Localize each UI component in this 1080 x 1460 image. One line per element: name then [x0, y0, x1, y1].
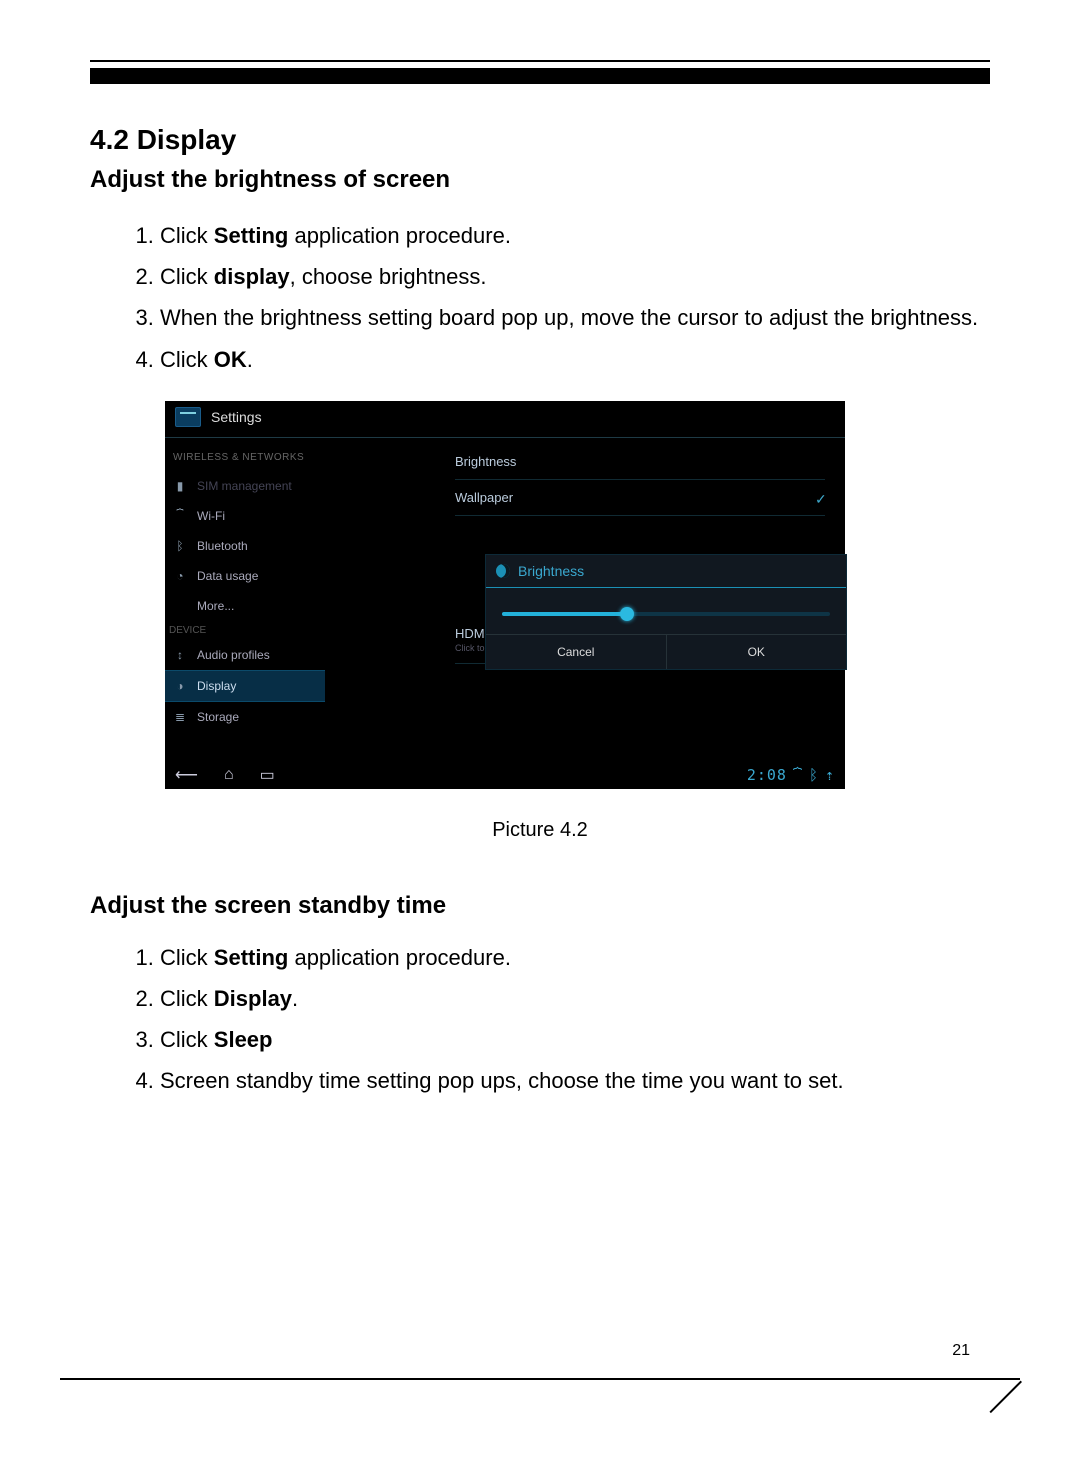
subheading-brightness: Adjust the brightness of screen: [90, 166, 990, 194]
step2-1: Click Setting application procedure.: [160, 940, 990, 975]
section-title: 4.2 Display: [90, 124, 990, 156]
home-icon[interactable]: ⌂: [224, 766, 234, 784]
wifi-status-icon: ⏞: [793, 766, 803, 784]
settings-sidebar: WIRELESS & NETWORKS ▮SIM management ⏞Wi-…: [165, 438, 325, 758]
rule-thick: [90, 68, 990, 84]
sidebar-item-sim[interactable]: ▮SIM management: [165, 471, 325, 501]
sidebar-item-storage[interactable]: ≣Storage: [165, 702, 325, 732]
sidebar-item-data-usage[interactable]: ◔Data usage: [165, 561, 325, 591]
status-time: 2:08: [747, 766, 787, 784]
screenshot-android-settings: Settings WIRELESS & NETWORKS ▮SIM manage…: [165, 401, 845, 789]
subheading-standby: Adjust the screen standby time: [90, 892, 990, 920]
brightness-icon: [496, 564, 510, 578]
steps-standby: Click Setting application procedure. Cli…: [90, 940, 990, 1099]
rule-thin: [90, 60, 990, 62]
upload-status-icon: ⇡: [825, 766, 835, 784]
settings-app-icon: [175, 407, 201, 427]
sidebar-header-wireless: WIRELESS & NETWORKS: [165, 438, 325, 471]
sim-icon: ▮: [173, 479, 187, 493]
steps-brightness: Click Setting application procedure. Cli…: [90, 218, 990, 377]
sidebar-item-display[interactable]: ◑Display: [165, 670, 325, 702]
settings-main: Brightness Wallpaper✓ HDMI settingsClick…: [325, 438, 845, 758]
bluetooth-status-icon: ᛒ: [809, 766, 819, 784]
ok-button[interactable]: OK: [667, 635, 847, 669]
row-brightness[interactable]: Brightness: [455, 444, 825, 480]
check-icon: ✓: [815, 491, 831, 503]
slider-thumb[interactable]: [620, 607, 634, 621]
step2-4: Screen standby time setting pop ups, cho…: [160, 1063, 990, 1098]
display-icon: ◑: [173, 679, 187, 693]
app-title: Settings: [211, 409, 262, 425]
step-3: When the brightness setting board pop up…: [160, 300, 990, 335]
android-navbar: ⟵ ⌂ ▭ 2:08 ⏞ ᛒ ⇡: [165, 761, 845, 789]
page-number: 21: [952, 1342, 970, 1360]
brightness-slider[interactable]: [502, 612, 830, 616]
step-4: Click OK.: [160, 342, 990, 377]
sidebar-header-device: DEVICE: [165, 621, 325, 640]
recents-icon[interactable]: ▭: [260, 765, 275, 785]
slider-fill: [502, 612, 627, 616]
step2-2: Click Display.: [160, 981, 990, 1016]
step-2: Click display, choose brightness.: [160, 259, 990, 294]
footer-rule: [60, 1378, 1020, 1380]
sidebar-item-audio[interactable]: ↕Audio profiles: [165, 640, 325, 670]
wifi-icon: ⏞: [173, 509, 187, 523]
audio-icon: ↕: [173, 648, 187, 662]
step-1: Click Setting application procedure.: [160, 218, 990, 253]
figure-caption: Picture 4.2: [90, 819, 990, 842]
footer-corner: [980, 1360, 1020, 1400]
bluetooth-icon: ᛒ: [173, 539, 187, 553]
storage-icon: ≣: [173, 710, 187, 724]
sidebar-item-bluetooth[interactable]: ᛒBluetooth: [165, 531, 325, 561]
data-usage-icon: ◔: [173, 569, 187, 583]
sidebar-item-wifi[interactable]: ⏞Wi-Fi: [165, 501, 325, 531]
back-icon[interactable]: ⟵: [175, 765, 198, 785]
sidebar-item-more[interactable]: More...: [165, 591, 325, 621]
cancel-button[interactable]: Cancel: [486, 635, 667, 669]
more-icon: [173, 599, 187, 613]
step2-3: Click Sleep: [160, 1022, 990, 1057]
row-wallpaper[interactable]: Wallpaper✓: [455, 480, 825, 516]
brightness-dialog: Brightness Cancel OK: [485, 554, 847, 670]
window-titlebar: Settings: [165, 401, 845, 433]
dialog-title: Brightness: [486, 555, 846, 588]
